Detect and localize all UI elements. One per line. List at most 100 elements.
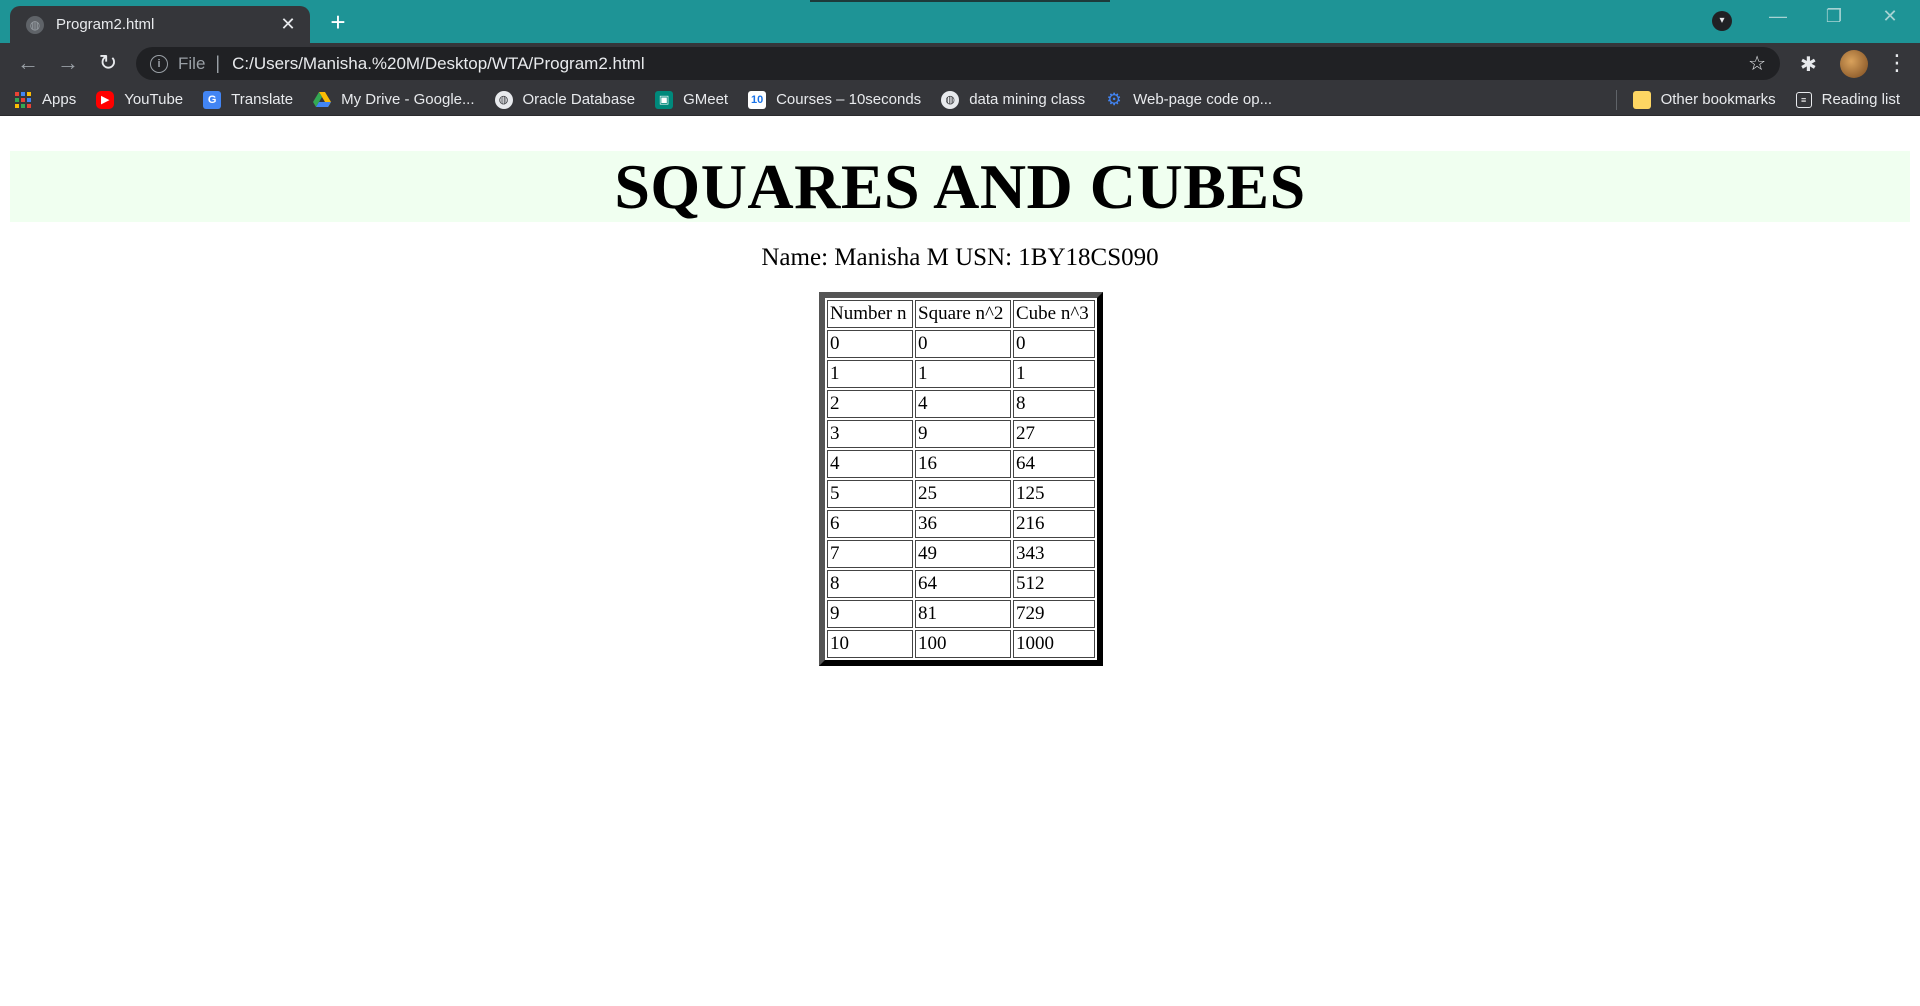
table-row: 000	[827, 330, 1095, 358]
bookmarks-right-group: Other bookmarks ≡ Reading list	[1615, 84, 1900, 115]
translate-icon: G	[203, 90, 222, 109]
table-cell: 4	[827, 450, 913, 478]
table-cell: 512	[1013, 570, 1095, 598]
menu-dots-icon[interactable]: ⋮	[1886, 50, 1908, 76]
table-row: 8 64 512	[827, 570, 1095, 598]
bookmark-data-mining[interactable]: ◍ data mining class	[941, 90, 1086, 109]
info-icon[interactable]: i	[150, 54, 168, 73]
table-cell: 4	[915, 390, 1011, 418]
bookmark-label: Apps	[42, 91, 77, 108]
table-cell: 6	[827, 510, 913, 538]
table-cell: 9	[827, 600, 913, 628]
table-row: 248	[827, 390, 1095, 418]
bookmark-web-page-code[interactable]: ⚙ Web-page code op...	[1105, 90, 1272, 109]
table-cell: 125	[1013, 480, 1095, 508]
reading-list[interactable]: ≡ Reading list	[1795, 91, 1900, 108]
address-bar[interactable]: i File | C:/Users/Manisha.%20M/Desktop/W…	[136, 47, 1780, 80]
table-cell: 343	[1013, 540, 1095, 568]
browser-toolbar: ← → ↻ i File | C:/Users/Manisha.%20M/Des…	[0, 43, 1920, 84]
restore-icon[interactable]: ❐	[1814, 6, 1854, 27]
meet-icon: ▣	[655, 90, 674, 109]
squares-cubes-table: Number n Square n^2 Cube n^3 00011124839…	[819, 292, 1103, 666]
table-cell: 81	[915, 600, 1011, 628]
table-row: 6 36 216	[827, 510, 1095, 538]
bookmark-label: Translate	[231, 91, 294, 108]
table-cell: 16	[915, 450, 1011, 478]
forward-arrow-icon[interactable]: →	[54, 50, 82, 78]
student-info: Name: Manisha M USN: 1BY18CS090	[761, 244, 1159, 271]
bookmark-my-drive[interactable]: My Drive - Google...	[313, 91, 475, 109]
table-cell: 1	[915, 360, 1011, 388]
table-cell: 2	[827, 390, 913, 418]
youtube-icon: ▶	[96, 90, 115, 109]
bookmark-label: GMeet	[683, 91, 729, 108]
bookmarks-divider	[1615, 89, 1617, 110]
table-cell: 27	[1013, 420, 1095, 448]
table-cell: 8	[827, 570, 913, 598]
table-cell: 8	[1013, 390, 1095, 418]
bookmark-youtube[interactable]: ▶ YouTube	[96, 90, 183, 109]
table-cell: 0	[827, 330, 913, 358]
address-scheme: File	[178, 53, 206, 73]
column-header: Square n^2	[915, 300, 1011, 328]
table-cell: 9	[915, 420, 1011, 448]
other-bookmarks-label: Other bookmarks	[1660, 91, 1776, 108]
table-cell: 1000	[1013, 630, 1095, 658]
bookmark-label: My Drive - Google...	[341, 91, 475, 108]
table-cell: 5	[827, 480, 913, 508]
table-row: 7 49 343	[827, 540, 1095, 568]
column-header: Cube n^3	[1013, 300, 1095, 328]
other-bookmarks[interactable]: Other bookmarks	[1632, 90, 1776, 109]
avatar[interactable]	[1840, 50, 1868, 78]
table-cell: 0	[915, 330, 1011, 358]
reading-list-icon: ≡	[1795, 91, 1812, 108]
bookmarks-bar: Apps ▶ YouTube G Translate My Drive - Go…	[0, 84, 1920, 116]
star-icon[interactable]: ☆	[1748, 51, 1766, 76]
table-cell: 100	[915, 630, 1011, 658]
minimize-icon[interactable]: —	[1758, 6, 1798, 27]
puzzle-icon[interactable]: ✱	[1800, 52, 1817, 77]
tab-program2[interactable]: ◍ Program2.html ✕	[10, 6, 310, 43]
heading-band: SQUARES AND CUBES	[10, 151, 1910, 222]
table-row: 111	[827, 360, 1095, 388]
address-url[interactable]: C:/Users/Manisha.%20M/Desktop/WTA/Progra…	[232, 54, 645, 74]
globe-icon: ◍	[941, 90, 960, 109]
bookmark-label: Oracle Database	[522, 91, 636, 108]
table-cell: 64	[1013, 450, 1095, 478]
table-row: 9 81 729	[827, 600, 1095, 628]
table-cell: 10	[827, 630, 913, 658]
tab-strip: ◍ Program2.html ✕ + ▾ — ❐ ✕	[0, 0, 1920, 43]
table-header-row: Number n Square n^2 Cube n^3	[827, 300, 1095, 328]
page-content: SQUARES AND CUBES Name: Manisha M USN: 1…	[0, 116, 1920, 971]
table-row: 5 25 125	[827, 480, 1095, 508]
new-tab-button[interactable]: +	[324, 9, 352, 37]
table-cell: 1	[827, 360, 913, 388]
close-icon[interactable]: ✕	[278, 14, 298, 35]
reading-list-label: Reading list	[1821, 91, 1900, 108]
table-cell: 7	[827, 540, 913, 568]
table-cell: 25	[915, 480, 1011, 508]
bookmark-label: data mining class	[969, 91, 1086, 108]
apps-grid-icon	[14, 91, 32, 109]
table-cell: 0	[1013, 330, 1095, 358]
bookmark-translate[interactable]: G Translate	[203, 90, 294, 109]
table-cell: 64	[915, 570, 1011, 598]
window-close-icon[interactable]: ✕	[1870, 6, 1910, 27]
table-row: 10 100 1000	[827, 630, 1095, 658]
column-header: Number n	[827, 300, 913, 328]
address-divider: |	[215, 53, 221, 73]
back-arrow-icon[interactable]: ←	[14, 50, 42, 78]
bookmark-apps[interactable]: Apps	[14, 91, 76, 109]
bookmark-gmeet[interactable]: ▣ GMeet	[655, 90, 729, 109]
globe-icon: ◍	[494, 90, 513, 109]
table-cell: 49	[915, 540, 1011, 568]
bookmark-courses[interactable]: 10 Courses – 10seconds	[748, 90, 922, 109]
folder-icon	[1632, 90, 1651, 109]
bookmark-oracle-database[interactable]: ◍ Oracle Database	[494, 90, 636, 109]
globe-icon: ◍	[26, 15, 44, 34]
tab-search-icon[interactable]: ▾	[1712, 11, 1732, 31]
reload-icon[interactable]: ↻	[94, 50, 122, 78]
page-title: SQUARES AND CUBES	[614, 150, 1306, 222]
table-cell: 216	[1013, 510, 1095, 538]
bookmark-label: Courses – 10seconds	[776, 91, 922, 108]
